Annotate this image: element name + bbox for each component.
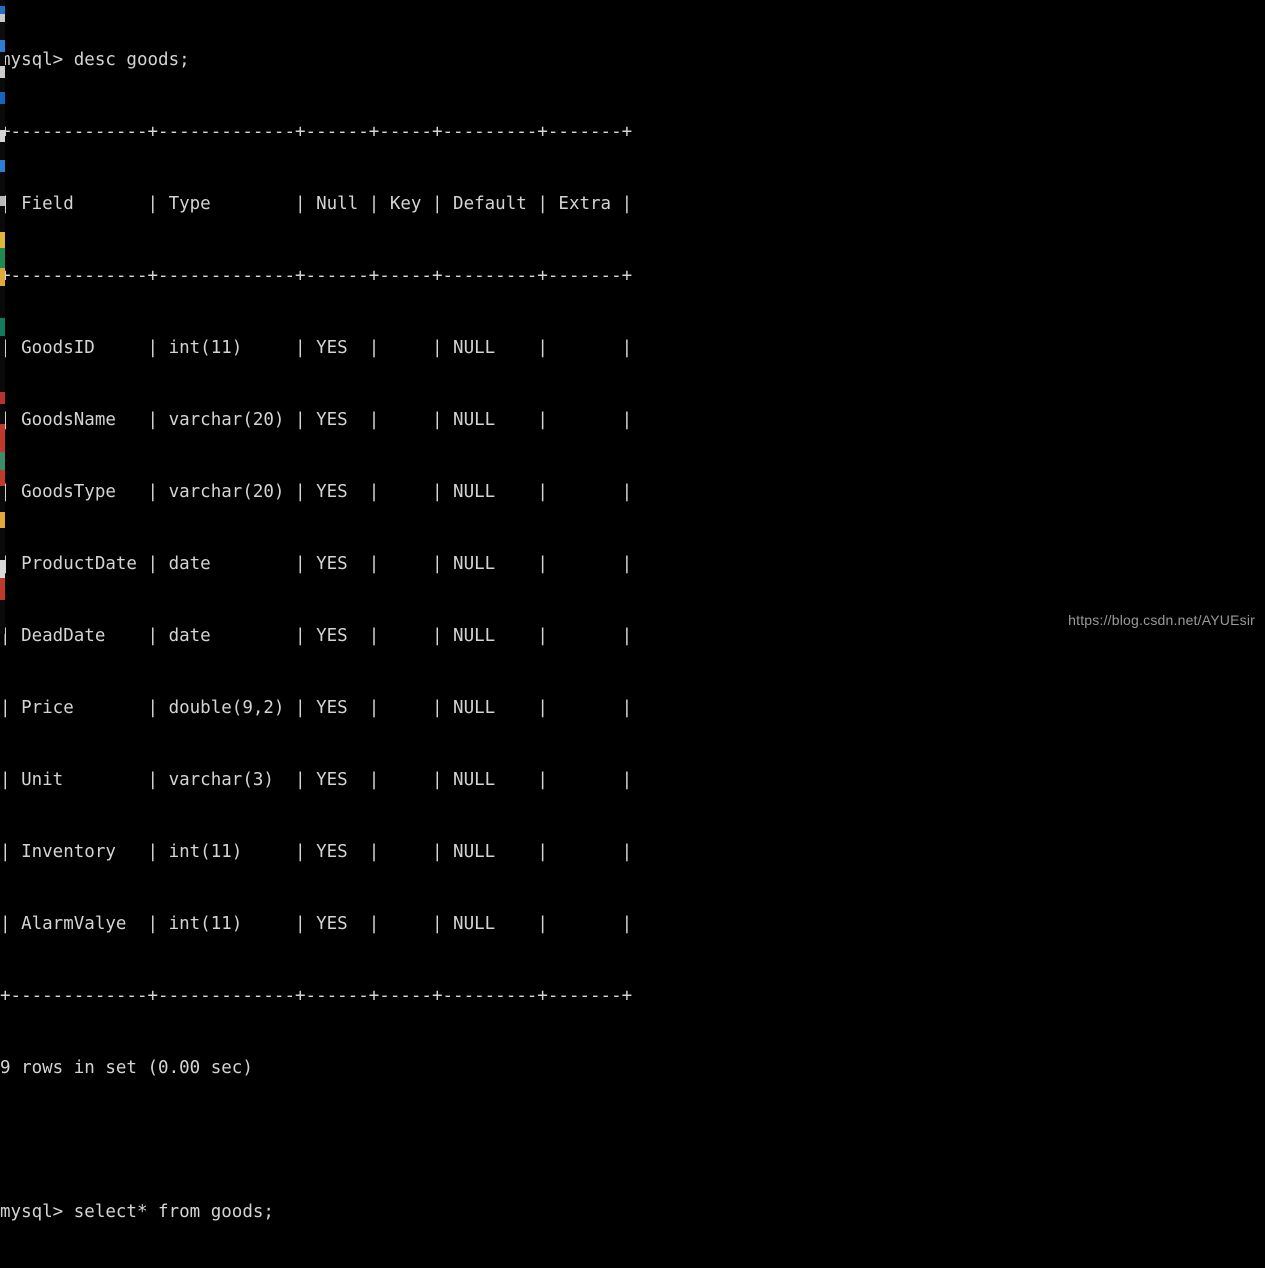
table-row: | AlarmValye | int(11) | YES | | NULL | …: [0, 914, 633, 934]
table-row: | GoodsType | varchar(20) | YES | | NULL…: [0, 482, 633, 502]
desc-result-status: 9 rows in set (0.00 sec): [0, 1058, 253, 1078]
left-edge-color-strip: [0, 0, 5, 634]
table-row: | GoodsID | int(11) | YES | | NULL | |: [0, 338, 633, 358]
desc-table-separator-bottom: +-------------+-------------+------+----…: [0, 986, 633, 1006]
table-row: | Unit | varchar(3) | YES | | NULL | |: [0, 770, 633, 790]
table-row: | Price | double(9,2) | YES | | NULL | |: [0, 698, 633, 718]
desc-table-separator-mid: +-------------+-------------+------+----…: [0, 266, 633, 286]
desc-table-separator-top: +-------------+-------------+------+----…: [0, 122, 633, 142]
command-line-desc: mysql> desc goods;: [0, 50, 190, 70]
table-row: | Inventory | int(11) | YES | | NULL | |: [0, 842, 633, 862]
table-row: | ProductDate | date | YES | | NULL | |: [0, 554, 633, 574]
mysql-terminal-output[interactable]: mysql> desc goods; +-------------+------…: [0, 0, 1265, 1222]
csdn-watermark: https://blog.csdn.net/AYUEsir: [1068, 612, 1255, 628]
desc-table-header-row: | Field | Type | Null | Key | Default | …: [0, 194, 633, 214]
table-row: | GoodsName | varchar(20) | YES | | NULL…: [0, 410, 633, 430]
command-line-select: mysql> select* from goods;: [0, 1202, 274, 1222]
